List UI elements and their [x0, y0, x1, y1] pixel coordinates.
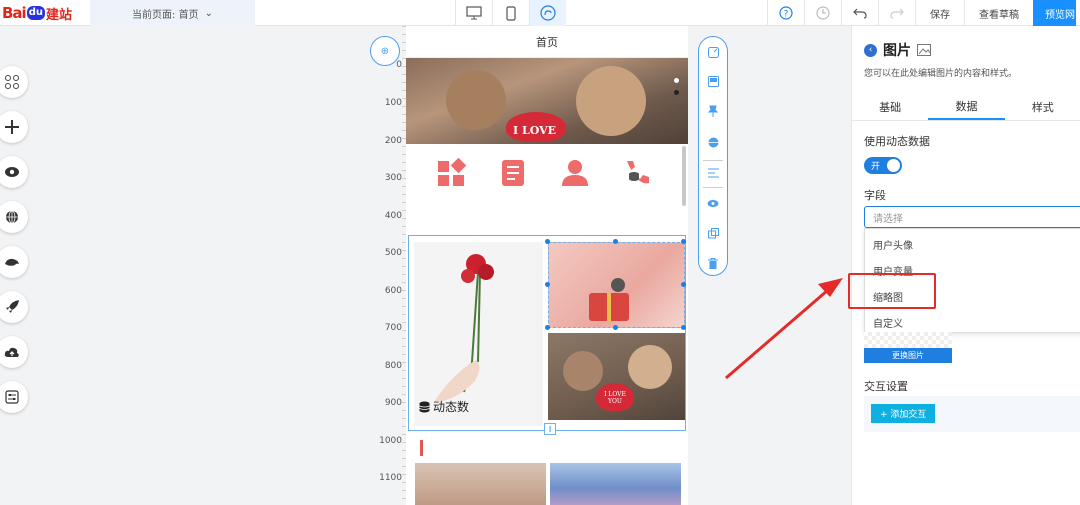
annotation-arrow: [725, 278, 843, 380]
